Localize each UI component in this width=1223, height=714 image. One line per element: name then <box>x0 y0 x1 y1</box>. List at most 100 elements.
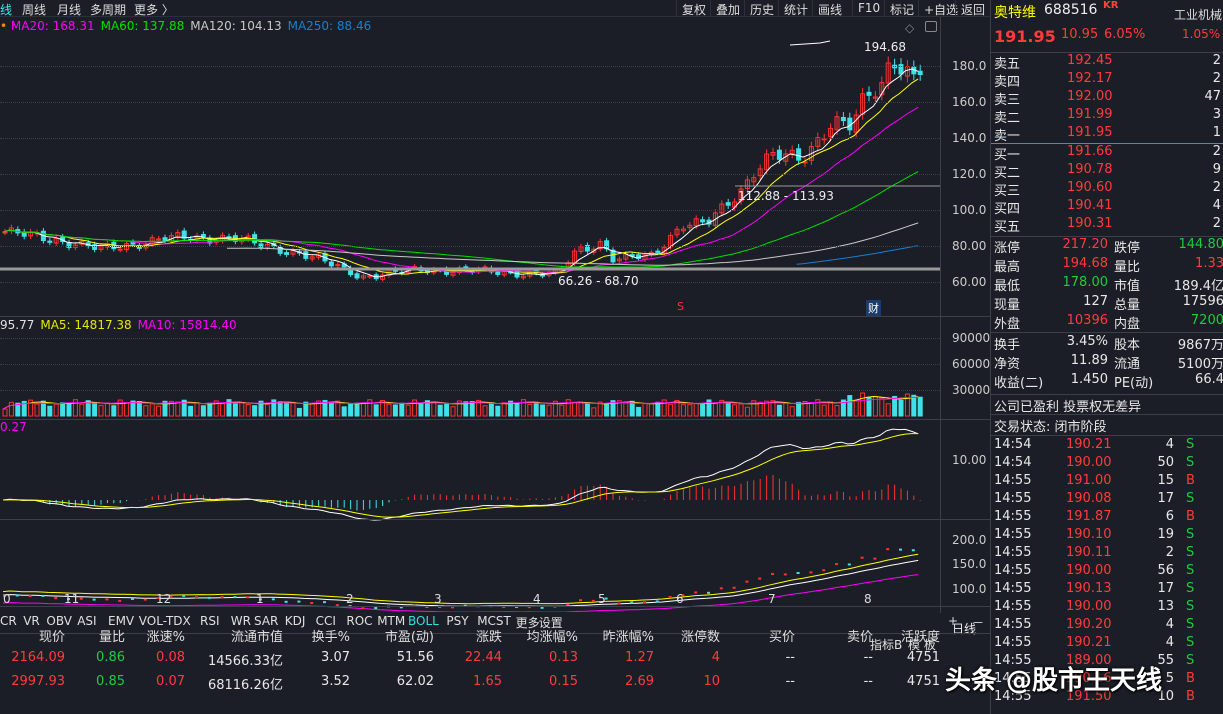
column-header[interactable]: 卖价 <box>847 626 873 645</box>
order-book-row[interactable]: 卖四 192.17 2 <box>994 71 1223 91</box>
gridline <box>0 364 940 365</box>
p4-candle <box>758 577 762 580</box>
period-label[interactable]: 日线 <box>952 620 976 637</box>
column-header[interactable]: 均涨幅% <box>527 626 578 645</box>
kline-chart[interactable] <box>0 0 990 612</box>
volume-bar <box>418 402 424 417</box>
x-axis-label: 12 <box>156 592 172 606</box>
order-book-row[interactable]: 买三 190.60 2 <box>994 180 1223 200</box>
last-price: 191.95 <box>994 27 1056 46</box>
p4-candle <box>131 597 134 600</box>
volume-bar <box>623 402 629 417</box>
column-header[interactable]: 换手% <box>312 626 350 645</box>
finance-marker[interactable]: 财 <box>866 300 881 316</box>
volume-bar <box>136 401 142 417</box>
volume-bar <box>860 392 866 417</box>
gridline <box>0 390 940 391</box>
volume-bar <box>348 403 354 417</box>
panel-toggle-icon[interactable] <box>925 21 937 32</box>
volume-bar <box>488 402 494 417</box>
volume-bar <box>668 403 674 417</box>
gridline <box>0 246 940 247</box>
signal-s-marker[interactable]: S <box>677 300 684 313</box>
volume-bar <box>143 405 149 417</box>
table-cell: -- <box>785 650 795 665</box>
order-book-row[interactable]: 卖三 192.00 47 <box>994 89 1223 109</box>
industry-name[interactable]: 工业机械 <box>1174 6 1222 23</box>
order-book-row[interactable]: 卖二 191.99 3 <box>994 107 1223 127</box>
volume-bar <box>604 403 610 417</box>
table-cell: 62.02 <box>396 674 434 689</box>
gridline <box>0 138 940 139</box>
stat-row: 换手 3.45% 股本 9867万 <box>994 334 1223 353</box>
p4-candle <box>92 598 96 601</box>
table-row[interactable]: 2997.93 0.85 0.07 68116.26亿 3.52 62.02 1.65 0.1… <box>0 674 945 694</box>
p4-candle <box>655 600 659 603</box>
column-header[interactable]: 涨跌 <box>476 626 502 645</box>
order-book-row[interactable]: 卖五 192.45 2 <box>994 53 1223 73</box>
p4-candle <box>323 601 326 604</box>
vol-legend-item: 95.77 <box>0 318 35 332</box>
volume-bar <box>450 406 456 417</box>
order-book-row[interactable]: 买一 191.66 2 <box>994 144 1223 164</box>
volume-bar <box>712 403 718 417</box>
tick-row: 14:54 190.21 4 S <box>994 437 1195 452</box>
candle-body <box>354 273 360 279</box>
column-header[interactable]: 涨速% <box>147 626 185 645</box>
tick-row: 14:55 191.87 6 B <box>994 509 1195 524</box>
gridline <box>0 210 940 211</box>
volume-bar <box>232 403 238 417</box>
column-header[interactable]: 市盈(动) <box>385 626 434 645</box>
panel-divider <box>0 519 990 520</box>
volume-bar <box>565 399 571 417</box>
column-header[interactable]: 流通市值 <box>231 626 283 645</box>
volume-bar <box>360 402 366 417</box>
x-axis-label: 2 <box>346 592 354 606</box>
volume-bar <box>405 404 411 417</box>
p4-candle <box>118 599 122 602</box>
p4-candle <box>207 596 211 599</box>
macd-legend: 0.27 <box>0 420 27 434</box>
volume-bar <box>469 401 475 417</box>
table-cell: 0.15 <box>549 674 578 689</box>
p4-candle <box>271 598 275 601</box>
column-header[interactable]: 买价 <box>769 626 795 645</box>
volume-bar <box>264 404 270 417</box>
diamond-icon[interactable]: ◇ <box>905 21 914 35</box>
tick-row: 14:55 190.08 17 S <box>994 491 1195 506</box>
volume-bar <box>207 402 213 417</box>
table-cell: 14566.33亿 <box>207 654 283 669</box>
table-cell: 4751 <box>906 674 940 689</box>
volume-bar <box>821 404 827 417</box>
p4-candle <box>579 599 582 602</box>
volume-bar <box>252 405 258 417</box>
column-header[interactable]: 涨停数 <box>681 626 720 645</box>
table-cell: 2997.93 <box>11 674 65 689</box>
order-book-row[interactable]: 买二 190.78 9 <box>994 162 1223 182</box>
volume-bar <box>501 402 507 417</box>
p4-candle <box>143 598 147 601</box>
tick-row: 14:54 190.00 50 S <box>994 455 1195 470</box>
table-cell: 0.13 <box>549 650 578 665</box>
volume-bar <box>738 403 744 417</box>
order-book-row[interactable]: 买四 190.41 4 <box>994 198 1223 218</box>
candle-body <box>47 240 53 243</box>
column-header[interactable]: 昨涨幅% <box>603 626 654 645</box>
order-book-row[interactable]: 买五 190.31 2 <box>994 216 1223 236</box>
volume-bar <box>444 403 450 417</box>
p4-candle <box>105 598 109 601</box>
candle-body <box>840 117 846 122</box>
p4-candle <box>835 563 838 566</box>
p4-candle <box>707 591 710 594</box>
gridline <box>0 66 940 67</box>
column-header[interactable]: 活跃度 <box>901 626 940 645</box>
table-row[interactable]: 2164.09 0.86 0.08 14566.33亿 3.07 51.56 22.44 0.… <box>0 650 945 670</box>
table-cell: -- <box>785 674 795 689</box>
candle-body <box>367 275 373 278</box>
gridline <box>0 174 940 175</box>
volume-bar <box>725 401 731 417</box>
column-header[interactable]: 量比 <box>99 626 125 645</box>
column-header[interactable]: 现价 <box>39 626 65 645</box>
order-book-row[interactable]: 卖一 191.95 1 <box>994 125 1223 145</box>
volume-bar <box>239 402 245 417</box>
